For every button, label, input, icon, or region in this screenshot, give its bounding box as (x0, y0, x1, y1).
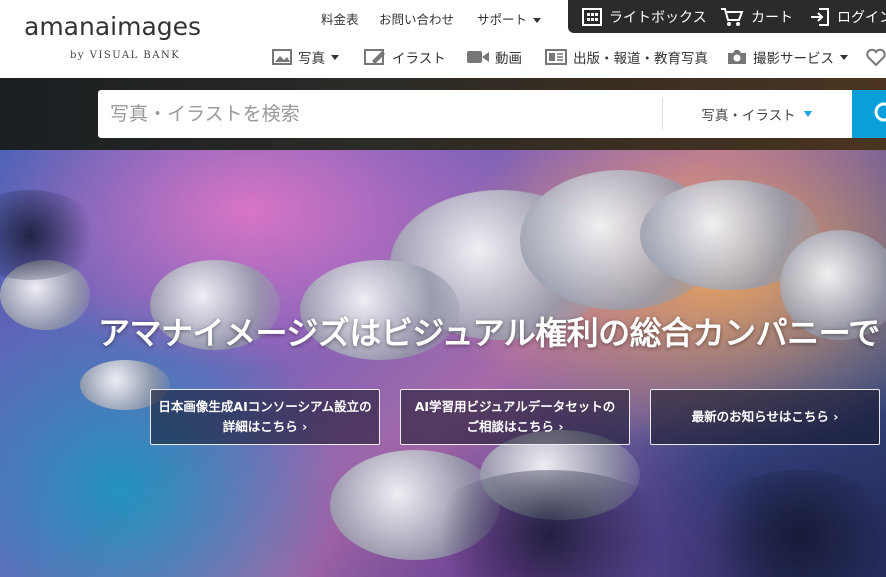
nav-video[interactable]: 動画 (467, 45, 522, 69)
shadow-shape (700, 470, 886, 577)
cta-ai-dataset[interactable]: AI学習用ビジュアルデータセットの ご相談はこちら › (400, 389, 630, 445)
nav-favorites[interactable] (866, 45, 886, 69)
cta-latest-news-label: 最新のお知らせはこちら › (691, 409, 839, 424)
shadow-shape (0, 190, 100, 280)
search-form: 写真・イラスト (98, 90, 858, 138)
login-label: ログイン (837, 9, 886, 26)
search-button[interactable] (852, 90, 886, 138)
account-bar: ライトボックス カート ログイン (568, 0, 886, 33)
support-label: サポート (477, 12, 528, 27)
chevron-down-icon (803, 111, 812, 117)
cta-ai-consortium[interactable]: 日本画像生成AIコンソーシアム設立の 詳細はこちら › (150, 389, 380, 445)
search-band: 写真・イラスト (0, 78, 886, 150)
nav-illust-label: イラスト (392, 51, 446, 67)
site-logo[interactable]: amanaimages by VISUAL BANK (24, 12, 202, 61)
camera-icon (728, 50, 746, 64)
cart-button[interactable]: カート (720, 0, 793, 33)
support-menu[interactable]: サポート (477, 9, 542, 28)
cta-ai-dataset-line2: ご相談はこちら › (466, 419, 564, 434)
nav-video-label: 動画 (495, 51, 522, 67)
lightbox-label: ライトボックス (609, 9, 707, 26)
nav-illust[interactable]: イラスト (364, 45, 446, 69)
logo-tagline: by VISUAL BANK (70, 50, 181, 61)
photo-icon (272, 49, 292, 65)
illustration-icon (364, 49, 385, 65)
hero-banner: アマナイメージズはビジュアル権利の総合カンパニーで 日本画像生成AIコンソーシア… (0, 150, 886, 577)
cart-label: カート (751, 9, 793, 26)
cta-ai-consortium-line2: 詳細はこちら › (222, 419, 308, 434)
nav-shooting-label: 撮影サービス (753, 51, 834, 67)
cta-ai-dataset-line1: AI学習用ビジュアルデータセットの (414, 399, 616, 414)
video-icon (467, 51, 489, 63)
price-list-link[interactable]: 料金表 (321, 9, 359, 28)
chevron-down-icon (533, 18, 542, 23)
search-category-select[interactable]: 写真・イラスト (663, 90, 850, 138)
lightbox-button[interactable]: ライトボックス (582, 0, 707, 33)
nav-photo[interactable]: 写真 (272, 45, 339, 69)
login-button[interactable]: ログイン (810, 0, 886, 33)
nav-shooting[interactable]: 撮影サービス (727, 45, 848, 69)
newspaper-icon (545, 49, 567, 65)
cta-ai-consortium-line1: 日本画像生成AIコンソーシアム設立の (158, 399, 372, 414)
hero-title: アマナイメージズはビジュアル権利の総合カンパニーで (98, 314, 880, 352)
search-input[interactable] (98, 90, 661, 138)
login-icon (811, 7, 829, 26)
search-category-label: 写真・イラスト (701, 108, 796, 124)
nav-editorial-label: 出版・報道・教育写真 (573, 51, 708, 67)
nav-editorial[interactable]: 出版・報道・教育写真 (545, 45, 708, 69)
chevron-down-icon (840, 54, 848, 60)
heart-icon (866, 48, 886, 66)
nav-photo-label: 写真 (298, 51, 325, 67)
site-header: amanaimages by VISUAL BANK 料金表 お問い合わせ サポ… (0, 0, 886, 78)
contact-link[interactable]: お問い合わせ (379, 9, 454, 28)
cta-latest-news[interactable]: 最新のお知らせはこちら › (650, 389, 880, 445)
chevron-down-icon (331, 54, 339, 60)
logo-wordmark: amanaimages (24, 12, 202, 41)
search-icon (874, 102, 886, 122)
lightbox-icon (582, 7, 602, 26)
cart-icon (721, 7, 744, 26)
